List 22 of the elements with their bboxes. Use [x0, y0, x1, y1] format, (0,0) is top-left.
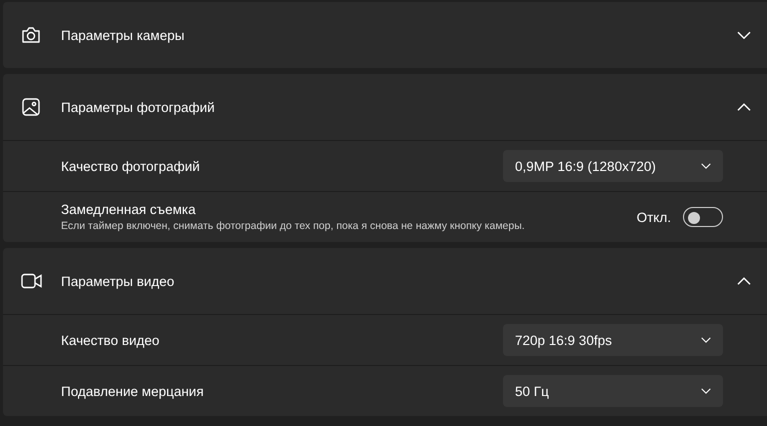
setting-label: Качество видео: [61, 332, 160, 348]
section-title[interactable]: Параметры камеры: [61, 28, 737, 42]
chevron-down-icon: [701, 388, 711, 394]
dropdown[interactable]: 0,9MP 16:9 (1280x720): [503, 150, 723, 182]
setting-label: Качество фотографий: [61, 158, 201, 174]
setting-label: Подавление мерцания: [61, 384, 205, 398]
collapse-chevron-icon: [737, 276, 751, 286]
dropdown[interactable]: 50 Гц: [503, 375, 723, 407]
video-camera-icon: [20, 273, 42, 289]
dropdown[interactable]: 720p 16:9 30fps: [503, 324, 723, 356]
expand-chevron-icon: [737, 30, 751, 40]
chevron-down-icon: [701, 163, 711, 169]
camera-icon: [21, 26, 41, 44]
section-title[interactable]: Параметры фотографий: [61, 100, 737, 114]
toggle-switch[interactable]: [683, 207, 723, 227]
section-title[interactable]: Параметры видео: [61, 274, 737, 288]
setting-description: Если таймер включен, снимать фотографии до тех пор, пока я снова не нажму кнопку камеры.: [61, 220, 526, 232]
image-icon: [22, 98, 40, 116]
chevron-down-icon: [701, 337, 711, 343]
setting-label: Замедленная съемка: [61, 202, 197, 217]
collapse-chevron-icon: [737, 102, 751, 112]
toggle-state-text: Откл.: [636, 210, 671, 224]
